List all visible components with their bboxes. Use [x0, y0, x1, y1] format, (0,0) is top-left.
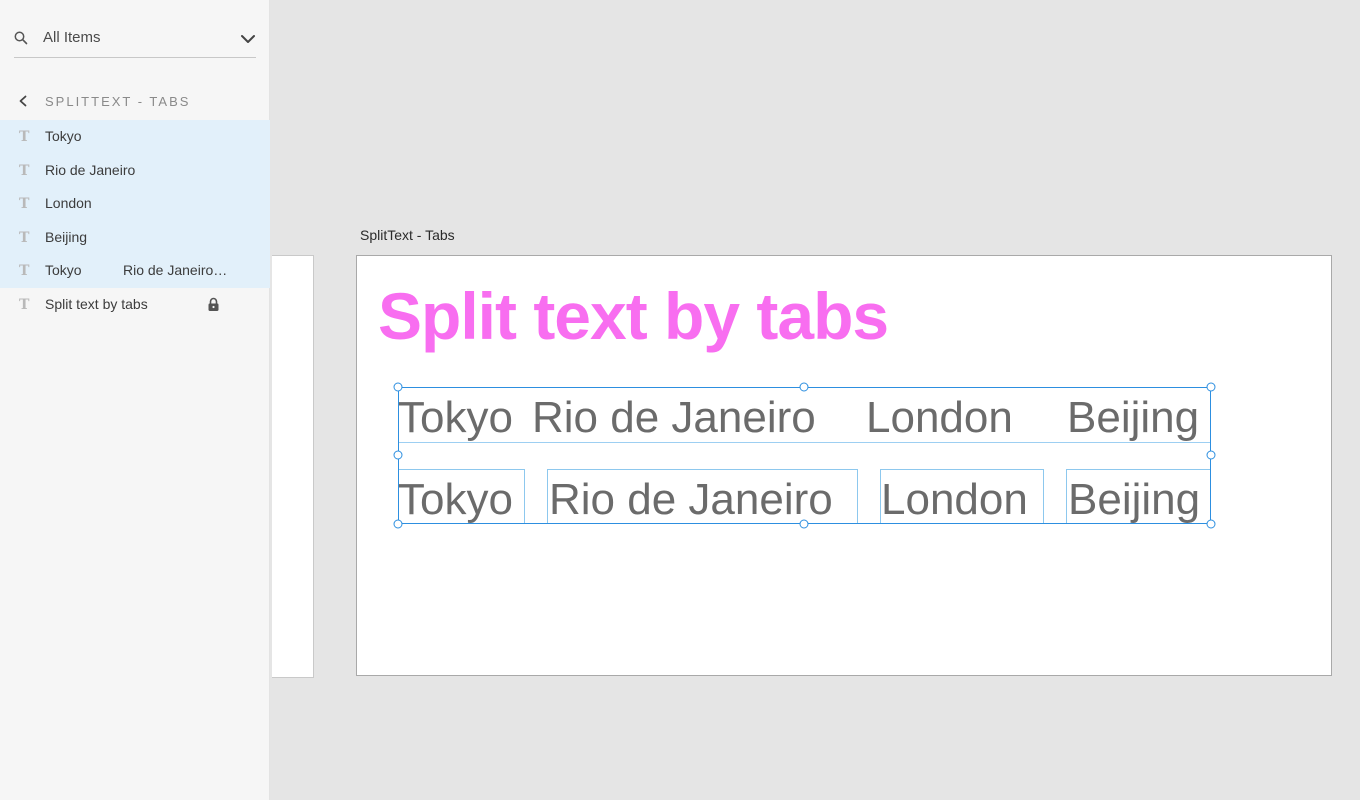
resize-handle-bottom-left[interactable] — [393, 519, 403, 529]
layer-item[interactable]: T Tokyo — [0, 120, 270, 154]
layer-item[interactable]: T Split text by tabs — [0, 288, 270, 322]
artboard[interactable]: Split text by tabs Tokyo Rio de Janeiro … — [356, 255, 1332, 676]
layer-name: Rio de Janeiro — [45, 161, 136, 178]
layer-item[interactable]: T Rio de Janeiro — [0, 153, 270, 188]
layer-item[interactable]: T Beijing — [0, 220, 270, 255]
resize-handle-bottom-right[interactable] — [1206, 519, 1216, 529]
layer-name: Tokyo — [45, 262, 82, 279]
layer-name: Beijing — [45, 228, 88, 245]
resize-handle-top-left[interactable] — [393, 382, 403, 392]
layer-list: T Tokyo T Rio de Janeiro T London T Beij… — [0, 120, 270, 322]
text-layer-icon: T — [19, 162, 30, 179]
text-layer-icon: T — [19, 129, 30, 145]
resize-handle-left[interactable] — [393, 450, 403, 460]
resize-handle-right[interactable] — [1206, 450, 1216, 460]
selection-box[interactable] — [398, 387, 1211, 524]
heading-text[interactable]: Split text by tabs — [378, 278, 889, 354]
search-icon — [14, 31, 28, 45]
layers-panel: All Items SPLITTEXT - TABS T Tokyo T Rio… — [0, 0, 270, 800]
design-canvas[interactable]: SplitText - Tabs Split text by tabs Toky… — [271, 0, 1360, 800]
layer-name: London — [45, 195, 92, 212]
breadcrumb: SPLITTEXT - TABS — [0, 88, 270, 116]
layer-name: Split text by tabs — [45, 295, 148, 312]
layer-item[interactable]: T London — [0, 187, 270, 221]
chevron-down-icon[interactable] — [240, 31, 256, 47]
layer-name-continued: Rio de Janeiro… — [123, 262, 228, 279]
lock-icon[interactable] — [207, 297, 220, 312]
search-filter[interactable]: All Items — [14, 22, 256, 58]
resize-handle-top-right[interactable] — [1206, 382, 1216, 392]
breadcrumb-label: SPLITTEXT - TABS — [45, 94, 191, 109]
text-layer-icon: T — [19, 229, 30, 246]
text-layer-icon: T — [19, 196, 30, 213]
resize-handle-top[interactable] — [799, 382, 809, 392]
filter-label: All Items — [43, 29, 101, 46]
layer-name: Tokyo — [45, 128, 82, 144]
artboard-title[interactable]: SplitText - Tabs — [360, 227, 455, 243]
text-layer-icon: T — [19, 296, 30, 313]
layer-item[interactable]: T Tokyo Rio de Janeiro… — [0, 254, 270, 288]
text-layer-icon: T — [19, 263, 30, 280]
resize-handle-bottom[interactable] — [799, 519, 809, 529]
back-chevron-icon[interactable] — [17, 94, 29, 108]
adjacent-artboard[interactable] — [272, 255, 314, 678]
